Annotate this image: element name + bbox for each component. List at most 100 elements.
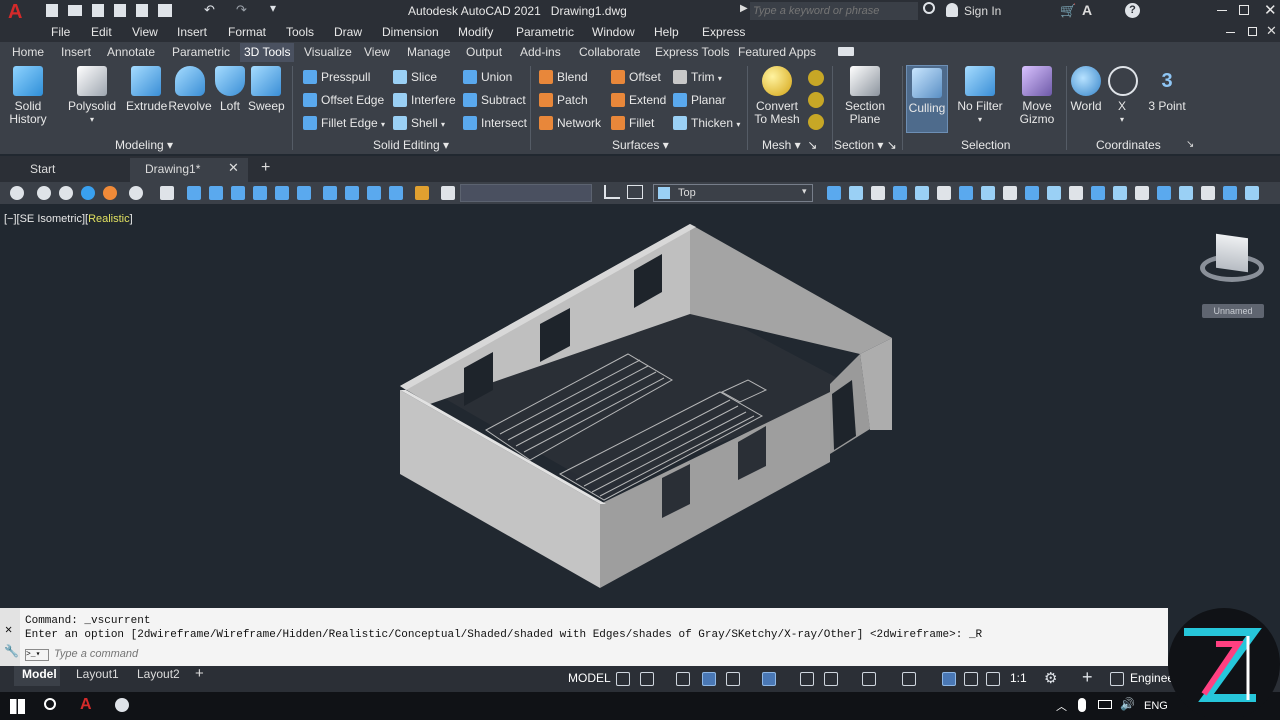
tb-pan-icon[interactable] xyxy=(129,186,143,200)
gear-icon[interactable]: ⚙ xyxy=(1044,669,1057,687)
tb-ucs-10-icon[interactable] xyxy=(1025,186,1039,200)
tb-cone-icon[interactable] xyxy=(59,186,73,200)
tb-sphere-icon[interactable] xyxy=(37,186,51,200)
tb-iso-nw-icon[interactable] xyxy=(389,186,403,200)
tab-parametric[interactable]: Parametric xyxy=(172,45,230,59)
tb-ucs-13-icon[interactable] xyxy=(1091,186,1105,200)
mesh-crease-icon[interactable] xyxy=(808,114,824,130)
polysolid-dropdown-icon[interactable]: ▾ xyxy=(66,113,118,126)
tab-home[interactable]: Home xyxy=(12,45,44,59)
save-as-icon[interactable] xyxy=(114,4,126,17)
slice-button[interactable]: Slice xyxy=(393,70,437,84)
tb-cube-bottom-icon[interactable] xyxy=(297,186,311,200)
autocad-taskbar-icon[interactable]: A xyxy=(80,696,92,714)
ribbon-minimize-icon[interactable] xyxy=(838,47,854,56)
minimize-icon[interactable] xyxy=(1217,10,1227,11)
menu-help[interactable]: Help xyxy=(654,25,679,39)
wrench-icon[interactable]: 🔧 xyxy=(4,644,19,659)
shell-dropdown-icon[interactable]: ▾ xyxy=(441,120,445,129)
revolve-button[interactable]: Revolve xyxy=(168,66,212,113)
tb-orange-sphere-icon[interactable] xyxy=(103,186,117,200)
tb-ucs-1-icon[interactable] xyxy=(827,186,841,200)
tb-zoom-extents-icon[interactable] xyxy=(441,186,455,200)
menu-window[interactable]: Window xyxy=(592,25,635,39)
tb-iso-ne-icon[interactable] xyxy=(367,186,381,200)
network-button[interactable]: Network xyxy=(539,116,601,130)
osnap-track-icon[interactable] xyxy=(800,672,814,686)
convert-to-mesh-button[interactable]: Convert To Mesh xyxy=(752,66,802,126)
tb-cube-front-icon[interactable] xyxy=(187,186,201,200)
command-close-icon[interactable]: ✕ xyxy=(5,622,12,637)
polar-icon[interactable] xyxy=(726,672,740,686)
restore-doc-icon[interactable] xyxy=(1226,32,1235,33)
interfere-button[interactable]: Interfere xyxy=(393,93,456,107)
move-gizmo-button[interactable]: Move Gizmo xyxy=(1015,66,1059,126)
no-filter-dropdown-icon[interactable]: ▾ xyxy=(955,113,1005,126)
tb-ucs-18-icon[interactable] xyxy=(1201,186,1215,200)
close-doc-icon[interactable]: ✕ xyxy=(1266,23,1277,39)
restore-window-icon[interactable] xyxy=(1248,27,1257,36)
intersect-button[interactable]: Intersect xyxy=(463,116,527,130)
app-taskbar-icon[interactable] xyxy=(115,698,129,712)
tb-ucs-7-icon[interactable] xyxy=(959,186,973,200)
subtract-button[interactable]: Subtract xyxy=(463,93,526,107)
ortho-icon[interactable] xyxy=(702,672,716,686)
snap-icon[interactable] xyxy=(640,672,654,686)
tab-3d-tools[interactable]: 3D Tools xyxy=(240,43,295,62)
command-input[interactable] xyxy=(54,646,1154,662)
three-point-button[interactable]: 3 3 Point xyxy=(1146,66,1188,113)
viewcube-box[interactable] xyxy=(1216,233,1248,273)
section-panel-label[interactable]: Section ▾ ↘ xyxy=(834,138,897,152)
grid-icon[interactable] xyxy=(616,672,630,686)
presspull-button[interactable]: Presspull xyxy=(303,70,370,84)
coordinates-dialog-icon[interactable]: ↘ xyxy=(1186,139,1194,150)
menu-view[interactable]: View xyxy=(132,25,158,39)
new-tab-icon[interactable]: + xyxy=(261,159,270,177)
undo-icon[interactable]: ↶ xyxy=(204,2,215,18)
mesh-refine-icon[interactable] xyxy=(808,92,824,108)
a360-icon[interactable]: A xyxy=(1082,2,1092,18)
no-filter-button[interactable]: No Filter ▾ xyxy=(955,66,1005,126)
tab-output[interactable]: Output xyxy=(466,45,502,59)
polysolid-button[interactable]: Polysolid ▾ xyxy=(66,66,118,126)
sign-in-button[interactable]: Sign In xyxy=(964,4,1001,18)
tab-express-tools[interactable]: Express Tools xyxy=(655,45,729,59)
redo-icon[interactable]: ↷ xyxy=(236,2,247,18)
save-icon[interactable] xyxy=(92,4,104,17)
osnap-icon[interactable] xyxy=(824,672,838,686)
open-icon[interactable] xyxy=(68,5,82,16)
trim-button[interactable]: Trim ▾ xyxy=(673,70,722,84)
ucs-name-badge[interactable]: Unnamed xyxy=(1202,304,1264,318)
selection-cycling-icon[interactable] xyxy=(942,672,956,686)
named-views-dropdown[interactable] xyxy=(460,184,592,202)
modeling-panel-label[interactable]: Modeling ▾ xyxy=(115,138,173,152)
tb-blue-sphere-icon[interactable] xyxy=(81,186,95,200)
layout-tab-model[interactable]: Model xyxy=(14,666,60,686)
infer-icon[interactable] xyxy=(676,672,690,686)
ucs-named-icon[interactable] xyxy=(627,185,643,199)
lineweight-icon[interactable] xyxy=(862,672,876,686)
volume-icon[interactable]: 🔊 xyxy=(1120,697,1135,711)
menu-file[interactable]: File xyxy=(51,25,70,39)
patch-button[interactable]: Patch xyxy=(539,93,588,107)
ucs-x-dropdown-icon[interactable]: ▾ xyxy=(1108,113,1136,126)
cart-icon[interactable]: 🛒 xyxy=(1060,3,1076,19)
menu-tools[interactable]: Tools xyxy=(286,25,314,39)
tb-cube-back-icon[interactable] xyxy=(275,186,289,200)
tab-collaborate[interactable]: Collaborate xyxy=(579,45,640,59)
tab-view[interactable]: View xyxy=(364,45,390,59)
close-tab-icon[interactable]: ✕ xyxy=(228,160,239,176)
drawing-viewport[interactable]: [−][SE Isometric][Realistic] Unnamed xyxy=(0,204,1280,608)
tray-chevron-icon[interactable]: ︿ xyxy=(1056,698,1067,714)
surfaces-panel-label[interactable]: Surfaces ▾ xyxy=(612,138,669,152)
tb-ucs-3-icon[interactable] xyxy=(871,186,885,200)
workspace-icon[interactable] xyxy=(1110,672,1124,686)
tab-insert[interactable]: Insert xyxy=(61,45,91,59)
planar-button[interactable]: Planar xyxy=(673,93,726,107)
start-tab[interactable]: Start xyxy=(0,158,130,180)
tb-ucs-14-icon[interactable] xyxy=(1113,186,1127,200)
autoscale-icon[interactable] xyxy=(986,672,1000,686)
drawing-tab[interactable]: Drawing1* ✕ xyxy=(130,158,248,182)
user-icon[interactable] xyxy=(946,3,958,17)
tab-annotate[interactable]: Annotate xyxy=(107,45,155,59)
